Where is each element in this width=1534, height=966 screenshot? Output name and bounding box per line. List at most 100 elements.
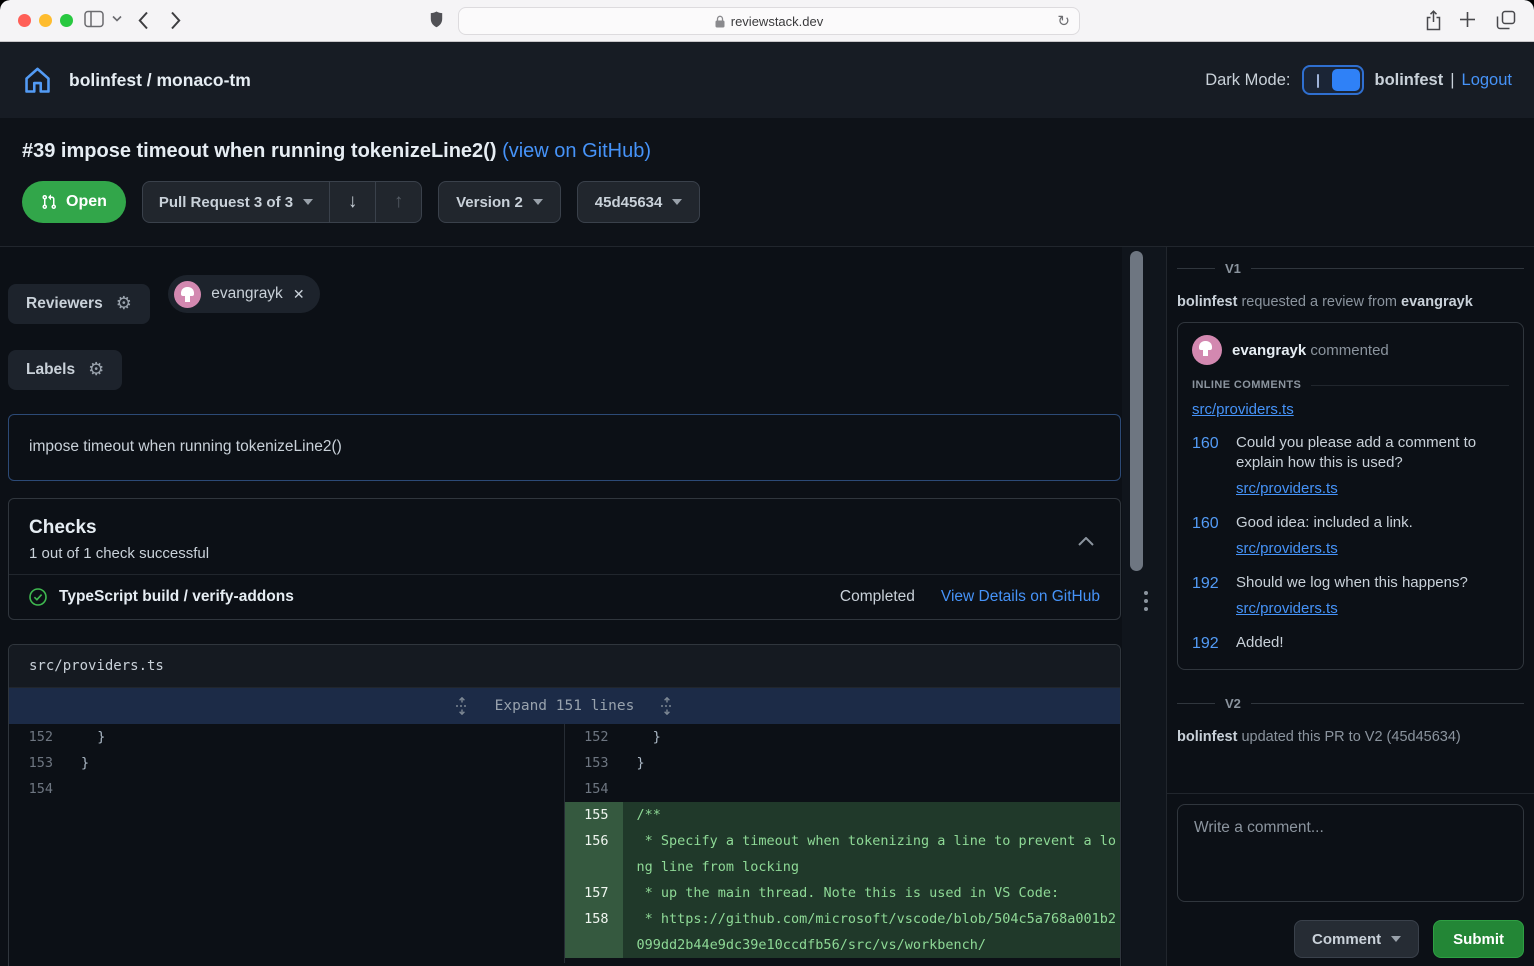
version-divider-v1: V1 bbox=[1177, 261, 1524, 276]
dark-mode-toggle[interactable] bbox=[1302, 65, 1365, 95]
diff-line[interactable]: 153} bbox=[565, 750, 1121, 776]
reload-icon[interactable]: ↻ bbox=[1057, 12, 1070, 30]
reviewer-chip[interactable]: evangrayk ✕ bbox=[168, 275, 320, 313]
diff-line[interactable]: 153} bbox=[9, 750, 564, 776]
split-diff: 152 } 153} 154 152 } 153} 154 155/** 156… bbox=[9, 723, 1121, 963]
panel-resize-handle[interactable] bbox=[1144, 587, 1148, 615]
logout-link[interactable]: Logout bbox=[1462, 71, 1512, 90]
repo-title[interactable]: bolinfest / monaco-tm bbox=[69, 70, 251, 91]
home-icon[interactable] bbox=[22, 65, 53, 96]
tab-overview-icon[interactable] bbox=[1496, 10, 1516, 30]
content: Reviewers ⚙ evangrayk ✕ Labels ⚙ Chec bbox=[0, 247, 1534, 966]
check-circle-icon bbox=[29, 587, 47, 606]
diff-line[interactable]: 152 } bbox=[565, 724, 1121, 750]
review-comment-card: evangrayk commented INLINE COMMENTS src/… bbox=[1177, 322, 1524, 670]
checks-heading: Checks bbox=[29, 516, 97, 538]
diff-line-added[interactable]: 156 * Specify a timeout when tokenizing … bbox=[564, 827, 1120, 880]
timeline-event: bolinfest requested a review from evangr… bbox=[1177, 294, 1524, 310]
unfold-icon bbox=[455, 696, 469, 715]
line-number[interactable]: 192 bbox=[1192, 633, 1226, 653]
reviewer-name: evangrayk bbox=[211, 285, 283, 302]
version-selector-button[interactable]: Version 2 bbox=[438, 181, 561, 223]
file-link[interactable]: src/providers.ts bbox=[1236, 539, 1338, 559]
diff-line[interactable]: 154 bbox=[565, 776, 1121, 802]
line-number[interactable]: 160 bbox=[1192, 433, 1226, 499]
reviewers-row: Reviewers ⚙ evangrayk ✕ bbox=[8, 275, 1122, 324]
inline-comment: 192 Added! bbox=[1192, 633, 1509, 653]
version-divider-v2: V2 bbox=[1177, 696, 1524, 711]
reviewers-label: Reviewers bbox=[26, 294, 103, 312]
event-action: requested a review from bbox=[1241, 294, 1397, 310]
comment-input[interactable] bbox=[1177, 804, 1524, 902]
pr-title: #39 impose timeout when running tokenize… bbox=[22, 140, 497, 162]
file-link[interactable]: src/providers.ts bbox=[1236, 599, 1338, 619]
checks-card: Checks 1 out of 1 check successful TypeS… bbox=[8, 497, 1121, 620]
header-separator: | bbox=[1450, 70, 1455, 89]
stack-up-button[interactable]: ↑ bbox=[375, 182, 421, 222]
comment-text: Good idea: included a link. bbox=[1236, 514, 1413, 531]
main-panel: Reviewers ⚙ evangrayk ✕ Labels ⚙ Chec bbox=[0, 247, 1122, 966]
event-action: updated this PR to V2 (45d45634) bbox=[1241, 729, 1461, 745]
close-window-button[interactable] bbox=[18, 14, 31, 27]
pr-header: #39 impose timeout when running tokenize… bbox=[0, 118, 1534, 247]
check-name: TypeScript build / verify-addons bbox=[59, 587, 294, 605]
maximize-window-button[interactable] bbox=[60, 14, 73, 27]
privacy-shield-icon[interactable] bbox=[429, 9, 444, 32]
submit-button[interactable]: Submit bbox=[1433, 920, 1524, 958]
sidebar-toggle-icon[interactable] bbox=[84, 10, 104, 28]
file-link[interactable]: src/providers.ts bbox=[1192, 401, 1294, 418]
diff-line-added[interactable]: 155/** bbox=[564, 801, 1120, 828]
caret-down-icon bbox=[1391, 936, 1402, 942]
chevron-down-icon[interactable] bbox=[112, 15, 122, 22]
file-link[interactable]: src/providers.ts bbox=[1236, 479, 1338, 499]
diff-line[interactable]: 154 bbox=[9, 776, 564, 802]
comment-author: evangrayk bbox=[1232, 341, 1307, 359]
expand-lines-bar[interactable]: Expand 151 lines bbox=[9, 687, 1120, 724]
commit-selector-button[interactable]: 45d45634 bbox=[576, 181, 701, 223]
stack-navigator: Pull Request 3 of 3 ↓ ↑ bbox=[141, 181, 423, 223]
comment-action: commented bbox=[1310, 341, 1389, 359]
collapse-chevron-icon[interactable] bbox=[1078, 536, 1094, 546]
stack-down-button[interactable]: ↓ bbox=[329, 182, 375, 222]
comment-button[interactable]: Comment bbox=[1293, 920, 1420, 958]
header-right: Dark Mode: bolinfest | Logout bbox=[1205, 65, 1512, 95]
scrollbar-thumb[interactable] bbox=[1130, 251, 1143, 571]
comment-text: Should we log when this happens? bbox=[1236, 574, 1468, 591]
diff-line-added[interactable]: 158 * https://github.com/microsoft/vscod… bbox=[564, 905, 1120, 958]
reviewers-button[interactable]: Reviewers ⚙ bbox=[8, 283, 150, 324]
timeline-event: bolinfest updated this PR to V2 (45d4563… bbox=[1177, 729, 1524, 745]
gear-icon[interactable]: ⚙ bbox=[88, 359, 104, 380]
pr-status-label: Open bbox=[66, 193, 107, 210]
labels-button[interactable]: Labels ⚙ bbox=[8, 349, 123, 390]
line-number[interactable]: 192 bbox=[1192, 573, 1226, 619]
diff-right-pane: 152 } 153} 154 155/** 156 * Specify a ti… bbox=[564, 724, 1121, 963]
diff-line-added[interactable]: 157 * up the main thread. Note this is u… bbox=[564, 879, 1120, 906]
diff-line[interactable]: 152 } bbox=[9, 724, 564, 750]
dark-mode-label: Dark Mode: bbox=[1205, 70, 1291, 89]
gear-icon[interactable]: ⚙ bbox=[116, 293, 132, 314]
pr-title-input[interactable] bbox=[8, 413, 1121, 481]
forward-button[interactable] bbox=[170, 11, 181, 30]
new-tab-icon[interactable] bbox=[1459, 11, 1476, 28]
address-bar[interactable]: reviewstack.dev ↻ bbox=[458, 7, 1080, 35]
window-controls[interactable] bbox=[18, 14, 73, 27]
event-target-user: evangrayk bbox=[1401, 294, 1473, 310]
minimize-window-button[interactable] bbox=[39, 14, 52, 27]
caret-down-icon bbox=[672, 199, 683, 205]
caret-down-icon bbox=[303, 199, 314, 205]
arrow-down-icon: ↓ bbox=[347, 191, 358, 212]
checks-summary: 1 out of 1 check successful bbox=[29, 544, 210, 562]
stack-selector-button[interactable]: Pull Request 3 of 3 bbox=[143, 182, 329, 222]
view-on-github-link[interactable]: (view on GitHub) bbox=[502, 140, 651, 162]
avatar bbox=[174, 280, 202, 308]
pr-status-badge: Open bbox=[22, 181, 126, 223]
inline-comment: 160 Good idea: included a link. src/prov… bbox=[1192, 513, 1509, 559]
line-number[interactable]: 160 bbox=[1192, 513, 1226, 559]
share-icon[interactable] bbox=[1425, 10, 1442, 31]
check-details-link[interactable]: View Details on GitHub bbox=[941, 588, 1100, 606]
diff-file-name: src/providers.ts bbox=[9, 644, 1120, 688]
diff-card: src/providers.ts Expand 151 lines 152 } … bbox=[8, 643, 1121, 966]
back-button[interactable] bbox=[138, 11, 149, 30]
expand-lines-label: Expand 151 lines bbox=[494, 697, 635, 714]
remove-reviewer-icon[interactable]: ✕ bbox=[293, 286, 305, 303]
